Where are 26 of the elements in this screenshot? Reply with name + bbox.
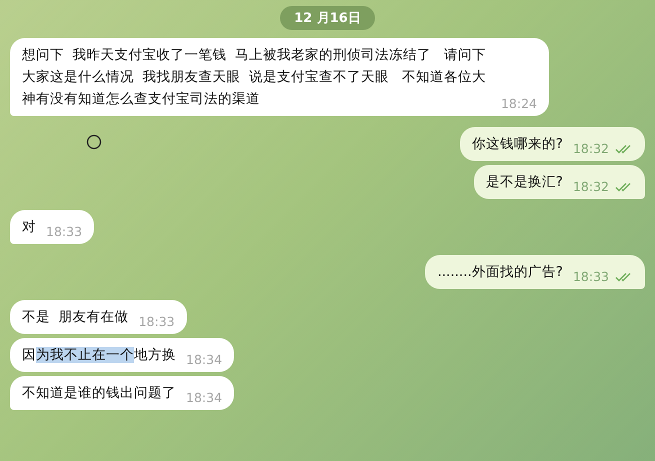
message-time: 18:33: [138, 313, 175, 331]
message-bubble[interactable]: 对 18:33: [10, 210, 94, 244]
message-time: 18:32: [572, 178, 609, 196]
message-bubble[interactable]: 你这钱哪来的? 18:32: [460, 127, 645, 161]
message-time: 18:24: [500, 95, 537, 113]
message-time: 18:33: [572, 268, 609, 286]
message-bubble[interactable]: 不是 朋友有在做 18:33: [10, 300, 187, 334]
message-bubble[interactable]: 是不是换汇? 18:32: [474, 165, 645, 199]
message-text: 不是 朋友有在做: [22, 308, 129, 327]
message-time: 18:34: [186, 351, 222, 369]
message-time: 18:34: [186, 389, 222, 407]
message-bubble[interactable]: ........外面找的广告? 18:33: [425, 255, 645, 289]
message-text: 不知道是谁的钱出问题了: [22, 384, 176, 403]
message-bubble[interactable]: 不知道是谁的钱出问题了 18:34: [10, 376, 234, 410]
message-text: 是不是换汇?: [486, 173, 563, 192]
message-text: 对: [22, 218, 36, 237]
message-bubble[interactable]: 因为我不止在一个地方换 18:34: [10, 338, 234, 372]
message-text: ........外面找的广告?: [437, 263, 563, 282]
date-badge: 12 月16日: [280, 6, 375, 30]
message-time: 18:32: [572, 140, 609, 158]
message-time: 18:33: [46, 223, 82, 241]
message-text: 想问下 我昨天支付宝收了一笔钱 马上被我老家的刑侦司法冻结了 请问下大家这是什么情况 我找朋友查天眼 说是支付宝查不了天眼 不知道各位大神有没有知道怎么查支付宝司法的渠道: [22, 46, 488, 109]
message-text: 因为我不止在一个地方换: [22, 346, 176, 365]
message-text: 你这钱哪来的?: [472, 135, 563, 154]
message-bubble[interactable]: 想问下 我昨天支付宝收了一笔钱 马上被我老家的刑侦司法冻结了 请问下大家这是什么情况 我找朋友查天眼 说是支付宝查不了天眼 不知道各位大神有没有知道怎么查支付宝司法的渠道 18:24: [10, 38, 549, 116]
cursor-icon: [86, 134, 102, 150]
